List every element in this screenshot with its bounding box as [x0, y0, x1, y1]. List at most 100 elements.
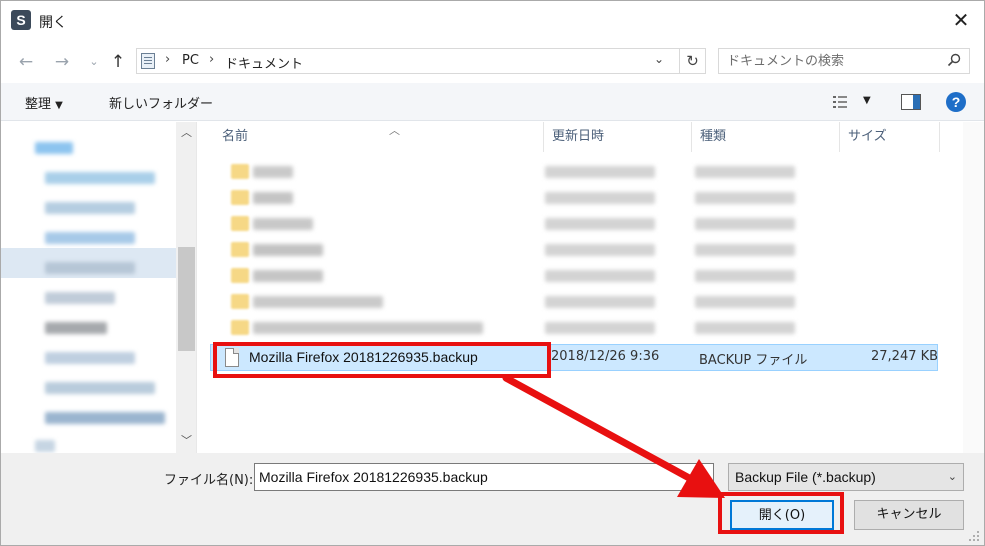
navigation-pane-item[interactable] [45, 352, 135, 364]
search-icon[interactable] [947, 53, 961, 67]
organize-button[interactable]: 整理 ▼ [25, 93, 63, 112]
close-button[interactable]: ✕ [938, 1, 984, 39]
folder-type [695, 166, 795, 178]
resize-grip-icon[interactable] [967, 529, 981, 543]
search-box[interactable] [718, 48, 970, 74]
navigation-pane[interactable]: ︿ ﹀ [1, 122, 197, 453]
view-options-caret-icon[interactable]: ▼ [863, 95, 871, 106]
folder-row[interactable] [223, 212, 943, 236]
folder-date [545, 244, 655, 256]
cancel-button[interactable]: キャンセル [854, 500, 964, 530]
back-button[interactable]: ← [15, 51, 37, 73]
folder-type [695, 192, 795, 204]
filename-combobox[interactable]: ⌄ [254, 463, 714, 491]
folder-type [695, 218, 795, 230]
folder-icon [231, 216, 249, 231]
caret-down-icon: ▼ [55, 100, 63, 111]
sort-ascending-icon: ︿ [389, 124, 400, 137]
navigation-pane-item[interactable] [45, 172, 155, 184]
file-type: BACKUP ファイル [699, 353, 808, 368]
folder-row[interactable] [223, 160, 943, 184]
refresh-button[interactable]: ↻ [679, 49, 705, 73]
scroll-up-icon[interactable]: ︿ [176, 124, 196, 142]
folder-icon [231, 268, 249, 283]
navigation-pane-item[interactable] [35, 142, 73, 154]
folder-date [545, 218, 655, 230]
navigation-pane-item[interactable] [45, 322, 107, 334]
folder-date [545, 322, 655, 334]
folder-type [695, 270, 795, 282]
navigation-pane-item[interactable] [45, 232, 135, 244]
breadcrumb-pc[interactable]: PC [182, 53, 199, 68]
title-bar: S 開く ✕ [1, 1, 984, 39]
window-title: 開く [39, 15, 67, 31]
navigation-pane-item[interactable] [45, 202, 135, 214]
folder-icon [231, 294, 249, 309]
folder-name [253, 218, 313, 230]
file-type-filter-value: Backup File (*.backup) [735, 469, 876, 485]
folder-type [695, 244, 795, 256]
file-list-scroll-area [963, 122, 984, 453]
breadcrumb-separator-icon: › [165, 52, 171, 67]
file-size: 27,247 KB [871, 349, 939, 364]
navigation-pane-item[interactable] [45, 382, 155, 394]
folder-date [545, 270, 655, 282]
folder-type [695, 296, 795, 308]
up-button[interactable]: ↑ [107, 51, 129, 73]
column-header-name[interactable]: 名前 ︿ [214, 122, 544, 152]
documents-folder-icon [141, 53, 155, 69]
column-header-date[interactable]: 更新日時 [544, 122, 692, 152]
address-bar[interactable]: › PC › ドキュメント ⌄ ↻ [136, 48, 706, 74]
preview-pane-icon[interactable] [901, 94, 921, 110]
refresh-icon: ↻ [686, 52, 699, 70]
view-details-icon[interactable] [833, 95, 853, 109]
help-icon[interactable]: ? [946, 92, 966, 112]
breadcrumb-documents[interactable]: ドキュメント [225, 53, 303, 72]
folder-name [253, 270, 323, 282]
folder-row[interactable] [223, 316, 943, 340]
scrollbar-thumb[interactable] [178, 247, 195, 351]
chevron-down-icon[interactable]: ⌄ [700, 469, 709, 482]
chevron-down-icon: ⌄ [947, 470, 957, 483]
annotation-highlight-file [213, 342, 551, 378]
folder-row[interactable] [223, 290, 943, 314]
navigation-pane-item[interactable] [35, 440, 55, 452]
app-icon: S [11, 10, 31, 30]
new-folder-button[interactable]: 新しいフォルダー [109, 93, 213, 112]
breadcrumb-separator-icon: › [209, 52, 215, 67]
folder-row[interactable] [223, 186, 943, 210]
folder-row[interactable] [223, 238, 943, 262]
column-name-label: 名前 [222, 129, 249, 144]
folder-icon [231, 320, 249, 335]
filename-label: ファイル名(N): [164, 473, 254, 488]
navigation-pane-scrollbar[interactable]: ︿ ﹀ [176, 122, 196, 453]
folder-date [545, 166, 655, 178]
navigation-pane-item[interactable] [45, 292, 115, 304]
up-arrow-icon: ↑ [110, 52, 126, 72]
forward-button[interactable]: → [51, 51, 73, 73]
scroll-down-icon[interactable]: ﹀ [176, 432, 196, 450]
folder-row[interactable] [223, 264, 943, 288]
folder-name [253, 192, 293, 204]
navigation-pane-item[interactable] [45, 412, 165, 424]
folder-icon [231, 190, 249, 205]
recent-locations-button[interactable]: ⌄ [83, 51, 105, 73]
filename-input[interactable] [255, 464, 685, 490]
navigation-pane-item[interactable] [45, 262, 135, 274]
folder-icon [231, 164, 249, 179]
search-input[interactable] [719, 49, 941, 73]
file-list[interactable]: 名前 ︿ 更新日時 種類 サイズ Mozilla Firefox 2018122… [198, 122, 984, 453]
file-date: 2018/12/26 9:36 [551, 349, 660, 364]
address-dropdown-icon[interactable]: ⌄ [654, 52, 664, 66]
folder-type [695, 322, 795, 334]
close-icon: ✕ [952, 8, 970, 32]
folder-name [253, 244, 323, 256]
navigation-bar: ← → ⌄ ↑ › PC › ドキュメント ⌄ ↻ [1, 41, 984, 81]
organize-label: 整理 [25, 97, 52, 112]
folder-name [253, 166, 293, 178]
folder-name [253, 296, 383, 308]
column-header-type[interactable]: 種類 [692, 122, 840, 152]
file-type-filter-select[interactable]: Backup File (*.backup) ⌄ [728, 463, 964, 491]
folder-icon [231, 242, 249, 257]
column-header-size[interactable]: サイズ [840, 122, 940, 152]
